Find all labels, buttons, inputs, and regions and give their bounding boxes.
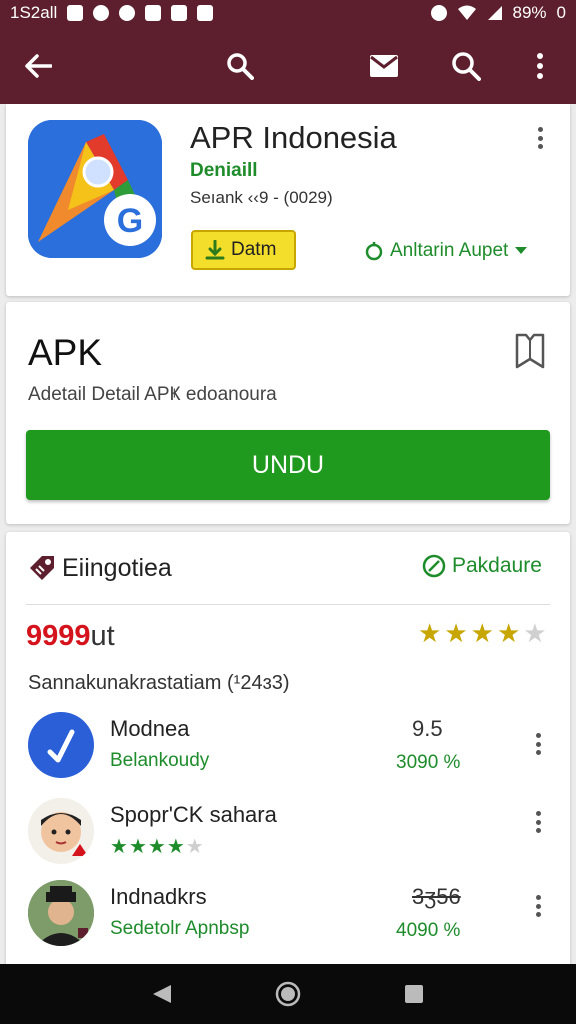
review-more-button[interactable] — [526, 808, 550, 836]
apk-title: APK — [28, 332, 103, 373]
reviewer-name: Indnadkrs — [110, 884, 207, 909]
signal-icon — [487, 6, 502, 20]
star-empty-icon: ★ — [185, 836, 205, 858]
reviewer-stars: ★★★★★ — [110, 834, 205, 859]
shield-notification-icon — [145, 5, 162, 21]
app-logo-icon: G — [28, 120, 162, 258]
reviewer-name: Modnea — [110, 716, 190, 741]
file-notification-icon — [171, 5, 188, 21]
mail-icon — [370, 55, 398, 77]
star-empty-icon: ★ — [523, 618, 547, 648]
star-icon: ★ — [470, 618, 494, 648]
app-header-card: G APR Indonesia Deniaill Seıank ‹‹9 - (0… — [6, 104, 570, 296]
mail-button[interactable] — [364, 46, 404, 86]
battery-text: 89% — [512, 3, 547, 22]
search-button-2[interactable] — [446, 46, 486, 86]
bookmark-button[interactable] — [514, 332, 546, 375]
search-button[interactable] — [220, 46, 260, 86]
recents-nav-icon[interactable] — [403, 983, 425, 1005]
app-developer[interactable]: Deniaill — [190, 160, 258, 182]
chat-notification-icon — [119, 5, 136, 21]
overflow-menu-button[interactable] — [520, 46, 560, 86]
datm-label: Datm — [231, 239, 277, 260]
man-avatar-icon — [28, 880, 94, 946]
install-dropdown[interactable]: Anltarin Aupet — [364, 240, 528, 262]
reviews-link-label: Pakdaure — [452, 554, 542, 577]
star-icon: ★ — [166, 836, 186, 858]
review-more-button[interactable] — [526, 730, 550, 758]
search-icon — [452, 52, 481, 81]
app-more-button[interactable] — [528, 124, 552, 152]
review-row[interactable]: Modnea Belankoudy 9.5 3090 % — [6, 710, 570, 780]
star-icon: ★ — [496, 618, 521, 648]
star-icon: ★ — [147, 836, 167, 858]
datm-button[interactable]: Datm — [191, 230, 296, 270]
back-button[interactable] — [18, 46, 58, 86]
battery-icon: 0 — [556, 3, 566, 22]
search-icon — [227, 53, 254, 80]
score-number: 9999 — [26, 620, 91, 652]
download-icon — [205, 240, 225, 260]
review-more-button[interactable] — [526, 892, 550, 920]
clock-notification-icon — [93, 5, 110, 21]
star-icon: ★ — [444, 618, 468, 648]
alarm-icon — [430, 5, 447, 21]
star-icon: ★ — [128, 836, 148, 858]
image-notification-icon — [67, 5, 84, 21]
star-icon: ★ — [418, 618, 442, 648]
reviewer-sub: Belankoudy — [110, 750, 210, 771]
score-unit: ut — [90, 620, 115, 652]
reviews-title: Eiingotiea — [62, 554, 172, 582]
review-row[interactable]: Spopr'CK sahara ★★★★★ — [6, 798, 570, 868]
undu-button[interactable]: UNDU — [26, 430, 550, 500]
review-percent: 4090 % — [396, 920, 461, 941]
apk-card: APK Adetail Detail APҜ edoanoura UNDU — [6, 302, 570, 524]
divider — [26, 604, 550, 605]
reviews-summary: Sannakunakrastatiam (¹24ɜ3) — [28, 672, 290, 694]
status-bar: 1S2all 89% 0 — [0, 0, 576, 26]
star-rating: ★ ★ ★ ★ ★ — [418, 618, 547, 649]
svg-text:G: G — [117, 202, 143, 240]
app-rating-line: Seıank ‹‹9 - (0029) — [190, 188, 333, 207]
chevron-down-icon — [515, 247, 528, 254]
navigation-bar — [0, 964, 576, 1024]
status-time: 1S2all — [10, 3, 58, 22]
child-avatar-icon — [41, 812, 88, 856]
wifi-icon — [457, 5, 476, 20]
review-score: 3ʒ56 — [412, 884, 461, 909]
star-icon: ★ — [110, 836, 129, 858]
review-score: 9.5 — [412, 716, 443, 741]
reviews-card: Eiingotiea Pakdaure 9999ut ★ ★ ★ ★ ★ San… — [6, 532, 570, 972]
avatar — [28, 880, 94, 946]
avatar — [28, 798, 94, 864]
install-link-label: Anltarin Aupet — [390, 240, 509, 261]
reviews-link[interactable]: Pakdaure — [422, 554, 542, 578]
review-percent: 3090 % — [396, 752, 461, 773]
avatar — [28, 712, 94, 778]
check-logo-icon — [47, 729, 75, 763]
apk-description: Adetail Detail APҜ edoanoura — [28, 384, 277, 405]
reviewer-sub: Sedetolr Apnbsp — [110, 918, 250, 939]
app-title: APR Indonesia — [190, 120, 397, 155]
more-vert-icon — [537, 53, 543, 79]
tag-icon — [28, 554, 56, 587]
edit-icon — [422, 554, 446, 578]
reviewer-name: Spopr'CK sahara — [110, 802, 277, 827]
review-row[interactable]: Indnadkrs Sedetolr Apnbsp 3ʒ56 4090 % — [6, 878, 570, 948]
home-nav-icon[interactable] — [275, 981, 301, 1007]
score-value: 9999ut — [26, 620, 115, 653]
refresh-icon — [365, 242, 383, 261]
mail-notification-icon — [197, 5, 214, 21]
app-bar — [0, 26, 576, 104]
bookmark-icon — [515, 333, 545, 369]
arrow-left-icon — [25, 54, 52, 78]
back-nav-icon[interactable] — [151, 983, 173, 1005]
